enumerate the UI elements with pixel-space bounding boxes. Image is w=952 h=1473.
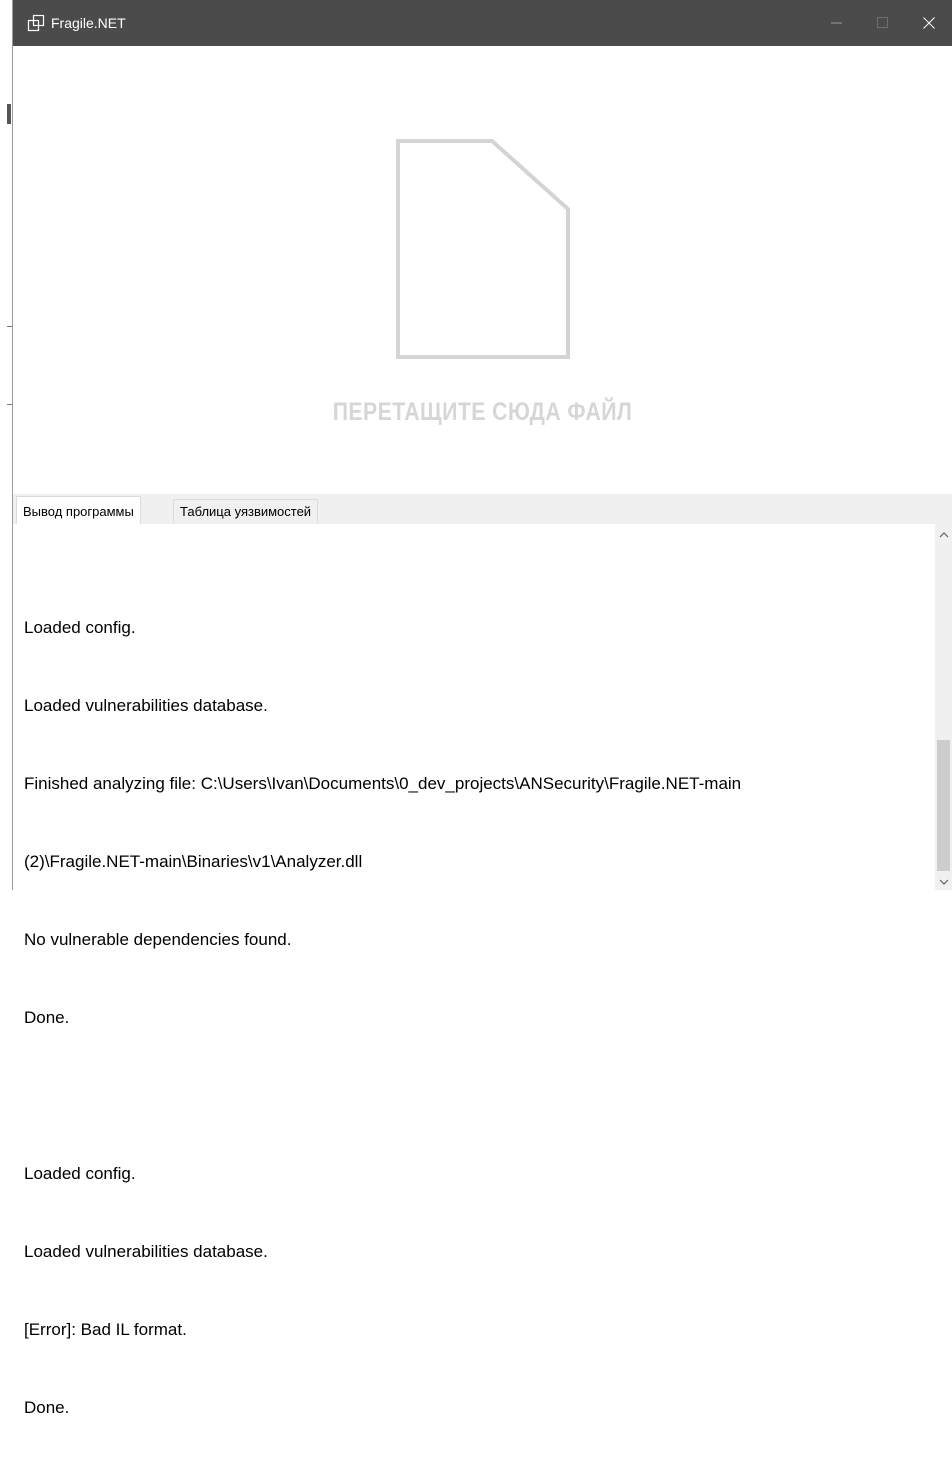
chevron-up-icon [939,531,948,537]
log-line: Loaded config. [24,618,136,637]
scroll-thumb[interactable] [937,740,950,871]
log-line: No vulnerable dependencies found. [24,930,292,949]
chevron-down-icon [939,879,948,885]
background-window-edge [0,0,12,890]
tab-bar: Вывод программы Таблица уязвимостей [13,494,952,525]
tab-program-output[interactable]: Вывод программы [16,496,141,525]
window-title: Fragile.NET [51,15,126,31]
drop-hint-text: ПЕРЕТАЩИТЕ СЮДА ФАЙЛ [332,398,633,426]
log-line: Done. [24,1398,70,1417]
maximize-button[interactable] [860,0,906,46]
scroll-down-button[interactable] [935,873,952,890]
file-drop-zone[interactable]: ПЕРЕТАЩИТЕ СЮДА ФАЙЛ [13,46,952,494]
maximize-icon [877,17,888,28]
title-bar[interactable]: Fragile.NET [13,0,952,46]
window-controls [814,0,952,46]
log-line: Loaded vulnerabilities database. [24,1242,268,1261]
log-line: Done. [24,1008,70,1027]
app-window-icon [27,14,45,32]
close-icon [923,17,935,29]
program-output-panel[interactable]: Loaded config. Loaded vulnerabilities da… [13,524,952,1417]
background-window-marker [7,104,11,124]
tab-vulnerability-table[interactable]: Таблица уязвимостей [173,499,319,522]
app-window: Fragile.NET ПЕРЕТАЩИТЕ СЮДА ФАЙЛ Вывод п… [12,0,952,1417]
document-icon [396,139,570,359]
output-log[interactable]: Loaded config. Loaded vulnerabilities da… [24,563,922,1473]
log-line: Finished analyzing file: C:\Users\Ivan\D… [24,774,742,793]
minimize-icon [831,22,842,24]
minimize-button[interactable] [814,0,860,46]
log-blank-line [24,1083,922,1109]
vertical-scrollbar[interactable] [935,524,952,890]
log-line: Loaded config. [24,1164,136,1183]
log-line: (2)\Fragile.NET-main\Binaries\v1\Analyze… [24,852,363,871]
log-line: Loaded vulnerabilities database. [24,696,268,715]
close-button[interactable] [906,0,952,46]
log-line: [Error]: Bad IL format. [24,1320,187,1339]
scroll-up-button[interactable] [935,526,952,543]
